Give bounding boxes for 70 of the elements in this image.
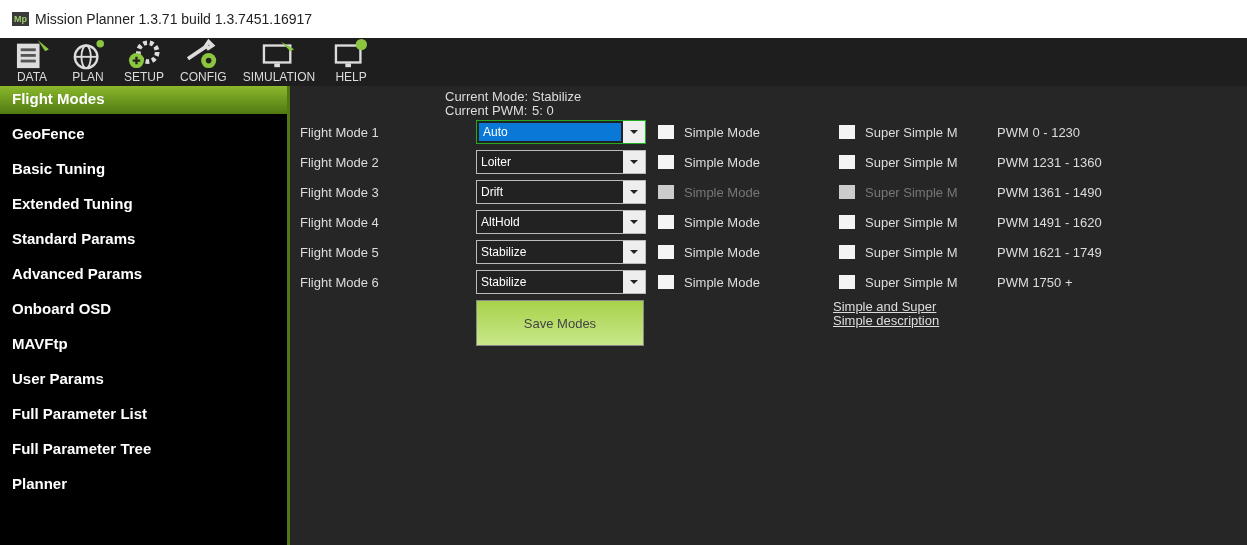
checkbox[interactable] <box>658 275 674 289</box>
mode-dropdown[interactable]: Auto <box>476 120 646 144</box>
app-logo: Mp <box>12 12 29 26</box>
checkbox-label: Super Simple M <box>865 244 958 260</box>
pwm-range: PWM 1491 - 1620 <box>997 214 1103 230</box>
simulation-toolbar-button[interactable]: SIMULATION <box>238 38 320 86</box>
checkbox-label: Simple Mode <box>684 274 760 290</box>
mode-dropdown[interactable]: Stabilize <box>476 240 646 264</box>
sidebar-item[interactable]: User Params <box>0 366 287 401</box>
pwm-range: PWM 1621 - 1749 <box>997 244 1103 260</box>
checkbox[interactable] <box>839 275 855 289</box>
save-modes-button[interactable]: Save Modes <box>476 300 644 346</box>
mode-label: Flight Mode 1 <box>300 124 380 140</box>
status-value: Stabilize <box>532 90 582 104</box>
config-toolbar-button[interactable]: CONFIG <box>176 38 231 86</box>
pwm-range: PWM 0 - 1230 <box>997 124 1082 140</box>
checkbox[interactable] <box>839 245 855 259</box>
plan-toolbar-button[interactable]: PLAN <box>64 38 112 86</box>
pwm-range: PWM 1361 - 1490 <box>997 184 1103 200</box>
checkbox-label: Super Simple M <box>865 124 958 140</box>
pwm-range: PWM 1750 + <box>997 274 1074 290</box>
checkbox-label: Simple Mode <box>684 244 760 260</box>
sidebar-item[interactable]: Extended Tuning <box>0 191 287 226</box>
checkbox[interactable] <box>839 215 855 229</box>
mode-label: Flight Mode 6 <box>300 274 380 290</box>
sidebar-item[interactable]: Full Parameter Tree <box>0 436 287 471</box>
caret-icon <box>630 130 638 134</box>
checkbox[interactable] <box>658 155 674 169</box>
window-title: Mission Planner 1.3.71 build 1.3.7451.16917 <box>35 11 313 27</box>
mode-dropdown[interactable]: AltHold <box>476 210 646 234</box>
caret-icon <box>630 250 638 254</box>
checkbox[interactable] <box>658 245 674 259</box>
sidebar-item[interactable]: Onboard OSD <box>0 296 287 331</box>
sidebar-item[interactable]: Planner <box>0 471 287 506</box>
sidebar-item[interactable]: Basic Tuning <box>0 156 287 191</box>
caret-icon <box>630 220 638 224</box>
checkbox-label: Simple Mode <box>684 214 760 230</box>
sidebar-item[interactable]: MAVFtp <box>0 331 287 366</box>
data-toolbar-button[interactable]: DATA <box>8 38 56 86</box>
checkbox-label: Super Simple M <box>865 154 958 170</box>
status-value: 5: 0 <box>532 104 554 118</box>
caret-icon <box>630 190 638 194</box>
caret-icon <box>630 160 638 164</box>
checkbox-label: Super Simple M <box>865 214 958 230</box>
description-link[interactable]: Simple and Super Simple description <box>827 300 958 328</box>
sidebar-item[interactable]: Advanced Params <box>0 261 287 296</box>
checkbox[interactable] <box>658 215 674 229</box>
sidebar-item[interactable]: GeoFence <box>0 121 287 156</box>
mode-label: Flight Mode 5 <box>300 244 380 260</box>
checkbox[interactable] <box>658 125 674 139</box>
checkbox-label: Simple Mode <box>684 124 760 140</box>
status-label: Current PWM: <box>445 104 529 118</box>
checkbox[interactable] <box>839 155 855 169</box>
status-label: Current Mode: <box>445 90 530 104</box>
sidebar-item[interactable]: Full Parameter List <box>0 401 287 436</box>
checkbox[interactable] <box>839 125 855 139</box>
mode-label: Flight Mode 4 <box>300 214 380 230</box>
mode-label: Flight Mode 3 <box>300 184 380 200</box>
checkbox-label: Super Simple M <box>865 274 958 290</box>
mode-dropdown[interactable]: Stabilize <box>476 270 646 294</box>
caret-icon <box>630 280 638 284</box>
mode-label: Flight Mode 2 <box>300 154 380 170</box>
checkbox-label: Super Simple M <box>865 184 958 200</box>
checkbox-label: Simple Mode <box>684 154 760 170</box>
help-toolbar-button[interactable]: HELP <box>327 38 376 86</box>
sidebar-item[interactable]: Standard Params <box>0 226 287 261</box>
checkbox-label: Simple Mode <box>684 184 760 200</box>
pwm-range: PWM 1231 - 1360 <box>997 154 1103 170</box>
setup-toolbar-button[interactable]: SETUP <box>120 38 168 86</box>
mode-dropdown[interactable]: Loiter <box>476 150 646 174</box>
